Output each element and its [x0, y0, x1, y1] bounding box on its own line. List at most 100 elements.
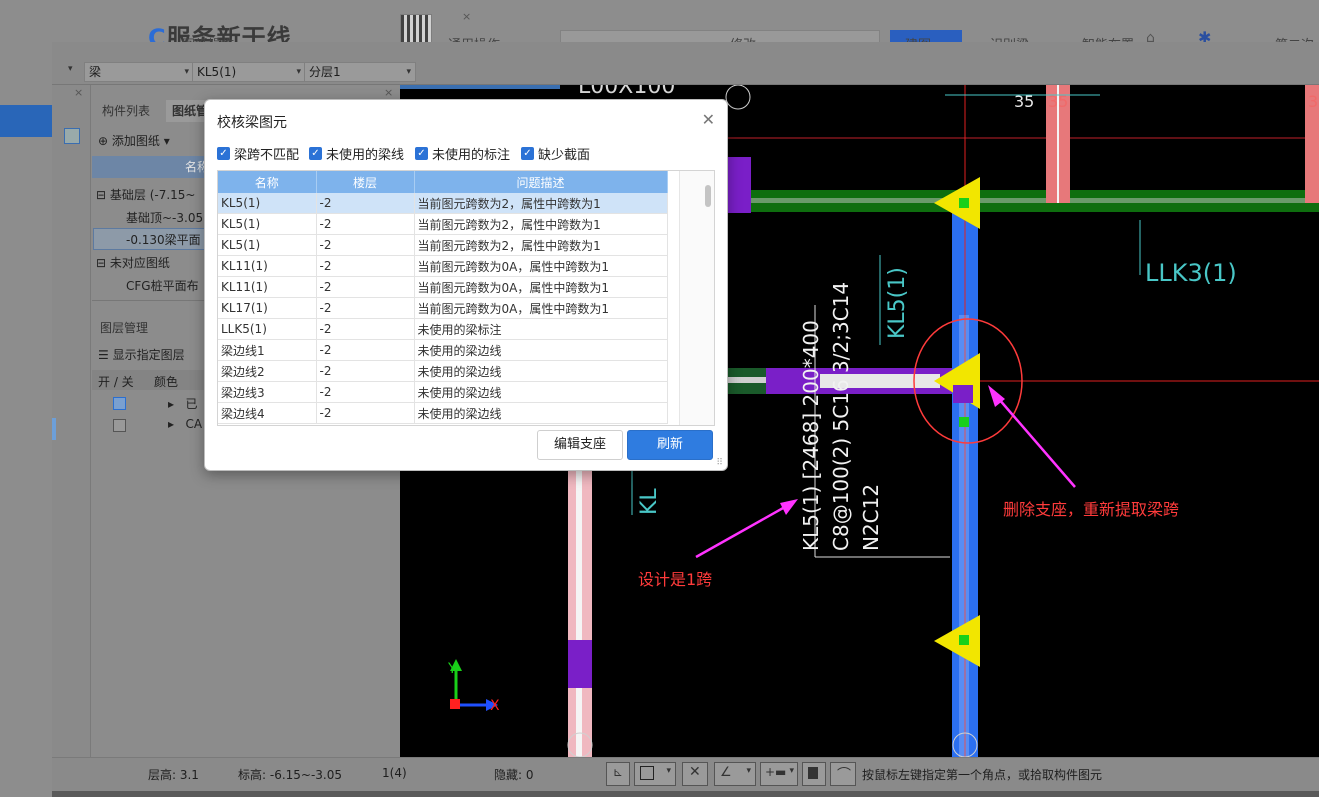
- col-header-description[interactable]: 问题描述: [414, 171, 668, 193]
- panel-close-icon[interactable]: ×: [74, 86, 83, 99]
- table-row[interactable]: 梁边线2 -2 未使用的梁边线: [218, 360, 668, 382]
- edit-support-button[interactable]: 编辑支座: [537, 430, 623, 460]
- layer-toggle-checkbox[interactable]: [113, 397, 126, 410]
- col-header-floor[interactable]: 楼层: [316, 171, 415, 193]
- qr-code-icon: [400, 14, 432, 44]
- layer-row-label[interactable]: ▸ 已: [168, 395, 197, 412]
- status-hint: 按鼠标左键指定第一个角点，或拾取构件图元: [862, 768, 1103, 782]
- element-name-select[interactable]: KL5(1) ▾: [192, 62, 306, 82]
- cell-name[interactable]: 梁边线4: [218, 402, 317, 424]
- cell-name[interactable]: KL5(1): [218, 234, 317, 256]
- tab-component-list[interactable]: 构件列表: [96, 100, 156, 122]
- cell-description[interactable]: 未使用的梁边线: [414, 402, 668, 424]
- cell-name[interactable]: 梁边线3: [218, 381, 317, 403]
- ortho-tool-button[interactable]: ⊾: [606, 762, 630, 786]
- element-type-select[interactable]: 梁 ▾: [84, 62, 194, 82]
- cell-description[interactable]: 当前图元跨数为2，属性中跨数为1: [414, 213, 668, 235]
- cell-name[interactable]: LLK5(1): [218, 318, 317, 340]
- cell-floor[interactable]: -2: [316, 255, 415, 277]
- tree-node-foundation[interactable]: ⊟ 基础层 (-7.15~: [96, 186, 196, 203]
- table-row[interactable]: LLK5(1) -2 未使用的梁标注: [218, 318, 668, 340]
- checkbox-checked-icon[interactable]: ✓: [309, 147, 322, 160]
- filter-unused-label[interactable]: ✓ 未使用的标注: [415, 144, 510, 163]
- qr-close-icon[interactable]: ×: [462, 10, 471, 23]
- llk3-tag: LLK3(1): [1145, 259, 1237, 287]
- filter-unused-beam-line[interactable]: ✓ 未使用的梁线: [309, 144, 404, 163]
- status-floor-height: 层高: 3.1: [148, 768, 199, 782]
- snap-tool-button[interactable]: [802, 762, 826, 786]
- axis-bubble: [725, 85, 751, 110]
- cell-description[interactable]: 当前图元跨数为0A，属性中跨数为1: [414, 255, 668, 277]
- table-row[interactable]: KL17(1) -2 当前图元跨数为0A，属性中跨数为1: [218, 297, 668, 319]
- table-row[interactable]: KL11(1) -2 当前图元跨数为0A，属性中跨数为1: [218, 255, 668, 277]
- panel2-close-icon[interactable]: ×: [384, 86, 393, 99]
- tree-node-unmatched[interactable]: ⊟ 未对应图纸: [96, 254, 170, 271]
- show-layers-button[interactable]: ☰ 显示指定图层: [98, 346, 185, 363]
- table-row[interactable]: 梁边线1 -2 未使用的梁边线: [218, 339, 668, 361]
- cell-floor[interactable]: -2: [316, 402, 415, 424]
- tree-node-foundation-top[interactable]: 基础顶~-3.05: [126, 209, 203, 226]
- cell-name[interactable]: 梁边线1: [218, 339, 317, 361]
- filter-missing-section[interactable]: ✓ 缺少截面: [521, 144, 590, 163]
- layer-row-label[interactable]: ▸ CA: [168, 417, 202, 431]
- cell-name[interactable]: KL5(1): [218, 193, 317, 214]
- cell-name[interactable]: KL5(1): [218, 213, 317, 235]
- cell-description[interactable]: 当前图元跨数为2，属性中跨数为1: [414, 234, 668, 256]
- filter-span-mismatch[interactable]: ✓ 梁跨不匹配: [217, 144, 299, 163]
- cell-name[interactable]: 梁边线2: [218, 360, 317, 382]
- cell-description[interactable]: 未使用的梁标注: [414, 318, 668, 340]
- table-row[interactable]: KL5(1) -2 当前图元跨数为2，属性中跨数为1: [218, 234, 668, 256]
- cell-floor[interactable]: -2: [316, 193, 415, 214]
- layer-select[interactable]: 分层1 ▾: [304, 62, 416, 82]
- issues-grid: 名称 楼层 问题描述 KL5(1) -2 当前图元跨数为2，属性中跨数为1 KL5(1…: [217, 170, 715, 426]
- arc-tool-button[interactable]: ⌒: [830, 762, 856, 786]
- grid-scroll-thumb[interactable]: [705, 185, 711, 207]
- table-row[interactable]: KL5(1) -2 当前图元跨数为2，属性中跨数为1: [218, 213, 668, 235]
- cell-floor[interactable]: -2: [316, 276, 415, 298]
- cell-description[interactable]: 未使用的梁边线: [414, 381, 668, 403]
- checkbox-checked-icon[interactable]: ✓: [521, 147, 534, 160]
- cell-description[interactable]: 当前图元跨数为0A，属性中跨数为1: [414, 297, 668, 319]
- table-row[interactable]: 梁边线4 -2 未使用的梁边线: [218, 402, 668, 424]
- tree-node-cfg-plan[interactable]: CFG桩平面布: [126, 277, 199, 294]
- checkbox-checked-icon[interactable]: ✓: [217, 147, 230, 160]
- cell-description[interactable]: 未使用的梁边线: [414, 360, 668, 382]
- offset-tool-button[interactable]: +▬ ▾: [760, 762, 798, 786]
- outer-nav-active[interactable]: [0, 105, 52, 137]
- cell-floor[interactable]: -2: [316, 360, 415, 382]
- table-row[interactable]: 梁边线3 -2 未使用的梁边线: [218, 381, 668, 403]
- col-header-name[interactable]: 名称: [218, 171, 317, 193]
- layer-toggle-checkbox[interactable]: [113, 419, 126, 432]
- cross-tool-button[interactable]: ✕: [682, 762, 708, 786]
- layer-col-toggle: 开 / 关: [98, 375, 134, 389]
- cell-description[interactable]: 当前图元跨数为2，属性中跨数为1: [414, 193, 668, 214]
- cell-floor[interactable]: -2: [316, 213, 415, 235]
- cell-description[interactable]: 当前图元跨数为0A，属性中跨数为1: [414, 276, 668, 298]
- table-row[interactable]: KL5(1) -2 当前图元跨数为2，属性中跨数为1: [218, 193, 668, 214]
- annotation-delete-support: 删除支座，重新提取梁跨: [1003, 500, 1179, 519]
- dimension-number: 3: [1308, 92, 1318, 111]
- dropdown-arrow-icon[interactable]: ▾: [68, 64, 73, 74]
- table-row[interactable]: KL11(1) -2 当前图元跨数为0A，属性中跨数为1: [218, 276, 668, 298]
- y-axis-label: Y: [447, 661, 457, 677]
- checkbox-checked-icon[interactable]: ✓: [415, 147, 428, 160]
- grid-scrollbar[interactable]: [679, 171, 714, 425]
- tree-node-beam-plan[interactable]: -0.130梁平面: [126, 231, 201, 248]
- cell-name[interactable]: KL17(1): [218, 297, 317, 319]
- cell-floor[interactable]: -2: [316, 381, 415, 403]
- cell-floor[interactable]: -2: [316, 297, 415, 319]
- angle-tool-button[interactable]: ∠ ▾: [714, 762, 756, 786]
- cell-name[interactable]: KL11(1): [218, 276, 317, 298]
- cell-floor[interactable]: -2: [316, 234, 415, 256]
- cell-floor[interactable]: -2: [316, 318, 415, 340]
- close-icon[interactable]: ✕: [702, 110, 715, 129]
- cell-description[interactable]: 未使用的梁边线: [414, 339, 668, 361]
- cell-floor[interactable]: -2: [316, 339, 415, 361]
- list-view-icon[interactable]: [64, 128, 80, 144]
- rect-select-button[interactable]: ▾: [634, 762, 676, 786]
- resize-grip-icon[interactable]: ⠿: [716, 458, 723, 468]
- add-drawing-button[interactable]: ⊕ 添加图纸 ▾: [98, 132, 170, 149]
- support-block: [727, 157, 751, 213]
- cell-name[interactable]: KL11(1): [218, 255, 317, 277]
- refresh-button[interactable]: 刷新: [627, 430, 713, 460]
